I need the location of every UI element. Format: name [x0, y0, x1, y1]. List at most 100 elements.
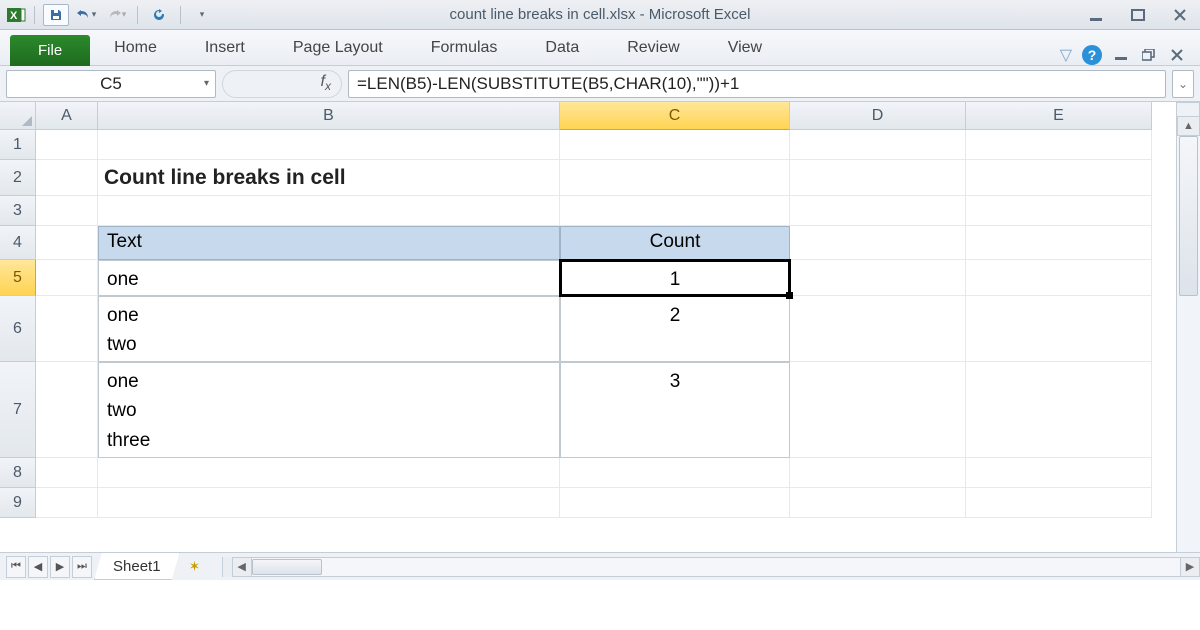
cell-a4[interactable] — [36, 226, 98, 260]
cell-e6[interactable] — [966, 296, 1152, 362]
cell-c6[interactable]: 2 — [560, 296, 790, 362]
cell-b1[interactable] — [98, 130, 560, 160]
select-all-corner[interactable] — [0, 102, 36, 130]
tab-file[interactable]: File — [10, 35, 90, 66]
cell-a7[interactable] — [36, 362, 98, 458]
tab-formulas[interactable]: Formulas — [407, 33, 522, 65]
cell-b4[interactable]: Text — [98, 226, 560, 260]
cell-a8[interactable] — [36, 458, 98, 488]
cell-b3[interactable] — [98, 196, 560, 226]
tab-home[interactable]: Home — [90, 33, 181, 65]
row-header-3[interactable]: 3 — [0, 196, 36, 226]
cell-b5[interactable]: one — [98, 260, 560, 296]
cell-c4[interactable]: Count — [560, 226, 790, 260]
cell-a6[interactable] — [36, 296, 98, 362]
cell-d1[interactable] — [790, 130, 966, 160]
cell-e5[interactable] — [966, 260, 1152, 296]
new-sheet-icon[interactable]: ✶ — [180, 553, 210, 580]
help-icon[interactable]: ? — [1082, 45, 1102, 65]
vscroll-up-icon[interactable]: ▲ — [1177, 116, 1200, 136]
cell-d7[interactable] — [790, 362, 966, 458]
col-header-a[interactable]: A — [36, 102, 98, 130]
vertical-scrollbar[interactable]: ▲ — [1176, 116, 1200, 552]
row-header-9[interactable]: 9 — [0, 488, 36, 518]
vscroll-thumb[interactable] — [1179, 136, 1198, 296]
col-header-c[interactable]: C — [560, 102, 790, 130]
formula-bar-expand-icon[interactable]: ⌄ — [1172, 70, 1194, 98]
row-header-6[interactable]: 6 — [0, 296, 36, 362]
cell-a3[interactable] — [36, 196, 98, 226]
cell-d9[interactable] — [790, 488, 966, 518]
maximize-icon[interactable] — [1124, 5, 1152, 25]
cell-d3[interactable] — [790, 196, 966, 226]
tab-insert[interactable]: Insert — [181, 33, 269, 65]
col-header-d[interactable]: D — [790, 102, 966, 130]
cell-b2[interactable]: Count line breaks in cell — [98, 160, 560, 196]
hscroll-right-icon[interactable]: ▶ — [1180, 557, 1200, 577]
hscroll-split-handle[interactable] — [222, 557, 232, 577]
cell-a2[interactable] — [36, 160, 98, 196]
cell-d4[interactable] — [790, 226, 966, 260]
cell-c1[interactable] — [560, 130, 790, 160]
col-header-e[interactable]: E — [966, 102, 1152, 130]
sheet-tab-1[interactable]: Sheet1 — [94, 553, 180, 580]
cell-d6[interactable] — [790, 296, 966, 362]
col-header-b[interactable]: B — [98, 102, 560, 130]
cell-b8[interactable] — [98, 458, 560, 488]
hscroll-left-icon[interactable]: ◀ — [232, 557, 252, 577]
horizontal-scrollbar[interactable]: ◀ ▶ — [222, 553, 1200, 580]
minimize-icon[interactable] — [1082, 5, 1110, 25]
sheet-nav-last-icon[interactable]: ⏭ — [72, 556, 92, 578]
row-header-2[interactable]: 2 — [0, 160, 36, 196]
row-header-8[interactable]: 8 — [0, 458, 36, 488]
cell-e2[interactable] — [966, 160, 1152, 196]
cell-b6[interactable]: one two — [98, 296, 560, 362]
cell-b9[interactable] — [98, 488, 560, 518]
ribbon-min-icon[interactable]: ▽ — [1060, 45, 1072, 65]
refresh-icon[interactable] — [146, 4, 172, 26]
sheet-nav-prev-icon[interactable]: ◀ — [28, 556, 48, 578]
name-box-dropdown-icon[interactable]: ▾ — [204, 78, 209, 89]
cell-a1[interactable] — [36, 130, 98, 160]
hscroll-thumb[interactable] — [252, 559, 322, 575]
workbook-close-icon[interactable] — [1168, 47, 1186, 63]
tab-view[interactable]: View — [704, 33, 786, 65]
cell-a9[interactable] — [36, 488, 98, 518]
row-header-5[interactable]: 5 — [0, 260, 36, 296]
close-icon[interactable] — [1166, 5, 1194, 25]
formula-bar[interactable]: =LEN(B5)-LEN(SUBSTITUTE(B5,CHAR(10),""))… — [348, 70, 1166, 98]
cell-d8[interactable] — [790, 458, 966, 488]
tab-page-layout[interactable]: Page Layout — [269, 33, 407, 65]
cell-e3[interactable] — [966, 196, 1152, 226]
cell-c2[interactable] — [560, 160, 790, 196]
name-box[interactable]: C5 ▾ — [6, 70, 216, 98]
cell-e7[interactable] — [966, 362, 1152, 458]
tab-data[interactable]: Data — [521, 33, 603, 65]
cell-a5[interactable] — [36, 260, 98, 296]
cell-e8[interactable] — [966, 458, 1152, 488]
tab-review[interactable]: Review — [603, 33, 703, 65]
sheet-nav-first-icon[interactable]: ⏮ — [6, 556, 26, 578]
vertical-split-handle[interactable] — [1176, 102, 1200, 116]
cell-c9[interactable] — [560, 488, 790, 518]
row-header-7[interactable]: 7 — [0, 362, 36, 458]
row-header-4[interactable]: 4 — [0, 226, 36, 260]
redo-icon[interactable]: ▾ — [103, 4, 129, 26]
cell-c7[interactable]: 3 — [560, 362, 790, 458]
workbook-restore-icon[interactable] — [1140, 47, 1158, 63]
sheet-nav-next-icon[interactable]: ▶ — [50, 556, 70, 578]
cell-d2[interactable] — [790, 160, 966, 196]
workbook-minimize-icon[interactable] — [1112, 47, 1130, 63]
cell-e9[interactable] — [966, 488, 1152, 518]
cell-e1[interactable] — [966, 130, 1152, 160]
cell-d5[interactable] — [790, 260, 966, 296]
cell-e4[interactable] — [966, 226, 1152, 260]
qat-customize-icon[interactable]: ▾ — [189, 4, 215, 26]
save-icon[interactable] — [43, 4, 69, 26]
row-header-1[interactable]: 1 — [0, 130, 36, 160]
cell-c5[interactable]: 1 — [560, 260, 790, 296]
undo-icon[interactable]: ▾ — [73, 4, 99, 26]
fx-icon[interactable]: fx — [321, 73, 331, 93]
cell-c3[interactable] — [560, 196, 790, 226]
cell-b7[interactable]: one two three — [98, 362, 560, 458]
